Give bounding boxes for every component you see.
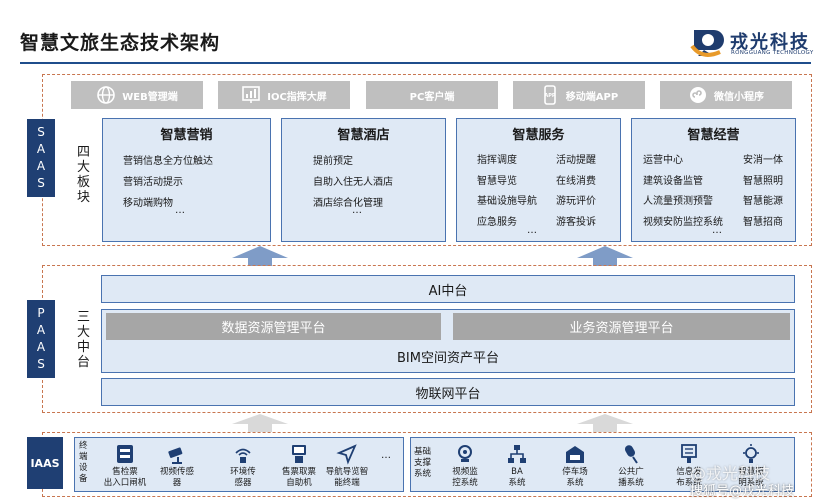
navigation-icon	[336, 444, 357, 465]
module-item: 智慧能源	[743, 196, 783, 207]
up-arrow-icon	[232, 414, 288, 432]
kiosk-icon	[292, 445, 306, 463]
module-item: 在线消费	[556, 175, 596, 187]
data-resource-platform: 数据资源管理平台	[106, 313, 441, 340]
module-item: 移动端购物	[123, 198, 173, 209]
module-item: 基础设施导航	[477, 196, 537, 207]
module-more: …	[175, 205, 185, 216]
paas-label: 三大中台	[77, 310, 91, 370]
broadcast-icon	[625, 445, 638, 464]
module-item: 智慧招商	[743, 216, 783, 228]
system-ba: BA 系统	[489, 438, 545, 489]
ticket-gate-icon	[117, 445, 133, 463]
module-more: …	[352, 205, 362, 216]
terminal-label: 终端设备	[79, 441, 88, 484]
module-item: 活动提醒	[556, 155, 596, 166]
module-item: 营销信息全方位触达	[123, 156, 213, 167]
infra-label: 基础 支撑 系统	[414, 447, 432, 479]
module-item: 游玩评价	[556, 196, 596, 207]
page-title: 智慧文旅生态技术架构	[20, 32, 221, 54]
system-video-monitor: 视频监 控系统	[437, 438, 493, 489]
camera-icon	[168, 447, 183, 464]
module-item: 智慧照明	[743, 175, 783, 187]
module-item: 提前预定	[313, 156, 353, 167]
module-title: 智慧营销	[160, 128, 213, 143]
module-item: 运营中心	[643, 155, 683, 166]
module-title: 智慧经营	[687, 128, 740, 143]
module-hotel: 智慧酒店 提前预定 自助入住无人酒店 酒店综合化管理 …	[281, 118, 446, 242]
module-item: 视频安防监控系统	[643, 216, 723, 228]
module-marketing: 智慧营销 营销信息全方位触达 营销活动提示 移动端购物 …	[102, 118, 271, 242]
module-item: 人流量预测预警	[643, 196, 713, 207]
client-pc[interactable]: PC客户端	[366, 81, 498, 109]
client-mini-program[interactable]: 微信小程序	[660, 81, 792, 109]
saas-label: 四大板块	[77, 145, 91, 205]
device-ticket-gate: 售检票 出入口闸机	[97, 438, 153, 489]
terminal-more: …	[381, 450, 391, 461]
company-logo: 戎光科技 RONGGUANG TECHNOLOGY	[690, 26, 825, 62]
title-divider	[20, 62, 811, 64]
bim-platform: BIM空间资产平台	[397, 351, 499, 366]
system-parking: 停车场 系统	[547, 438, 603, 489]
iaas-tag: IAAS	[27, 437, 63, 489]
module-item: 安消一体	[743, 155, 783, 166]
env-sensor-icon	[235, 448, 251, 463]
app-icon: APP	[543, 85, 556, 105]
system-broadcast: 公共广 播系统	[603, 438, 659, 489]
module-item: 营销活动提示	[123, 177, 183, 188]
up-arrow-icon	[577, 414, 633, 432]
logo-mark-icon	[690, 30, 724, 57]
module-more: …	[527, 225, 537, 236]
device-env-sensor: 环境传 感器	[215, 438, 271, 489]
iot-platform: 物联网平台	[101, 378, 795, 406]
module-operation: 智慧经营 运营中心 建筑设备监管 人流量预测预警 视频安防监控系统 安消一体 智…	[631, 118, 796, 242]
ai-platform: AI中台	[101, 275, 795, 303]
mini-program-icon	[690, 87, 706, 103]
saas-tag: SAAS	[27, 119, 55, 197]
module-more: …	[712, 225, 722, 236]
client-web[interactable]: WEB管理端	[71, 81, 203, 109]
module-item: 游客投诉	[556, 216, 596, 228]
terminal-devices-panel: 终端设备 售检票 出入口闸机 视频传感器 环境传 感器 售票取票 自助机 导航导览智能…	[74, 437, 404, 492]
svg-text:APP: APP	[544, 93, 556, 99]
chart-screen-icon	[242, 86, 261, 103]
module-service: 智慧服务 指挥调度 智慧导览 基础设施导航 应急服务 活动提醒 在线消费 游玩评…	[456, 118, 621, 242]
ba-system-icon	[508, 445, 526, 463]
module-title: 智慧服务	[512, 128, 565, 143]
module-item: 自助入住无人酒店	[313, 177, 393, 188]
module-item: 指挥调度	[477, 155, 517, 166]
module-title: 智慧酒店	[337, 128, 390, 143]
business-resource-platform: 业务资源管理平台	[453, 313, 790, 340]
up-arrow-icon	[577, 246, 633, 266]
device-video-sensor: 视频传感器	[149, 438, 205, 489]
client-ioc[interactable]: IOC指挥大屏	[218, 81, 350, 109]
module-item: 建筑设备监管	[643, 175, 703, 187]
module-item: 智慧导览	[477, 175, 517, 187]
watermark-source: 搜狐号@戎光科技	[690, 484, 795, 499]
client-mobile-app[interactable]: APP 移动端APP	[513, 81, 645, 109]
device-navigation-terminal: 导航导览智 能终端	[319, 438, 375, 489]
video-monitor-icon	[458, 445, 472, 462]
globe-icon	[97, 86, 116, 104]
logo-name-en: RONGGUANG TECHNOLOGY	[731, 50, 814, 56]
parking-icon	[566, 446, 584, 463]
paas-tag: PAAS	[27, 300, 55, 378]
up-arrow-icon	[232, 246, 288, 266]
